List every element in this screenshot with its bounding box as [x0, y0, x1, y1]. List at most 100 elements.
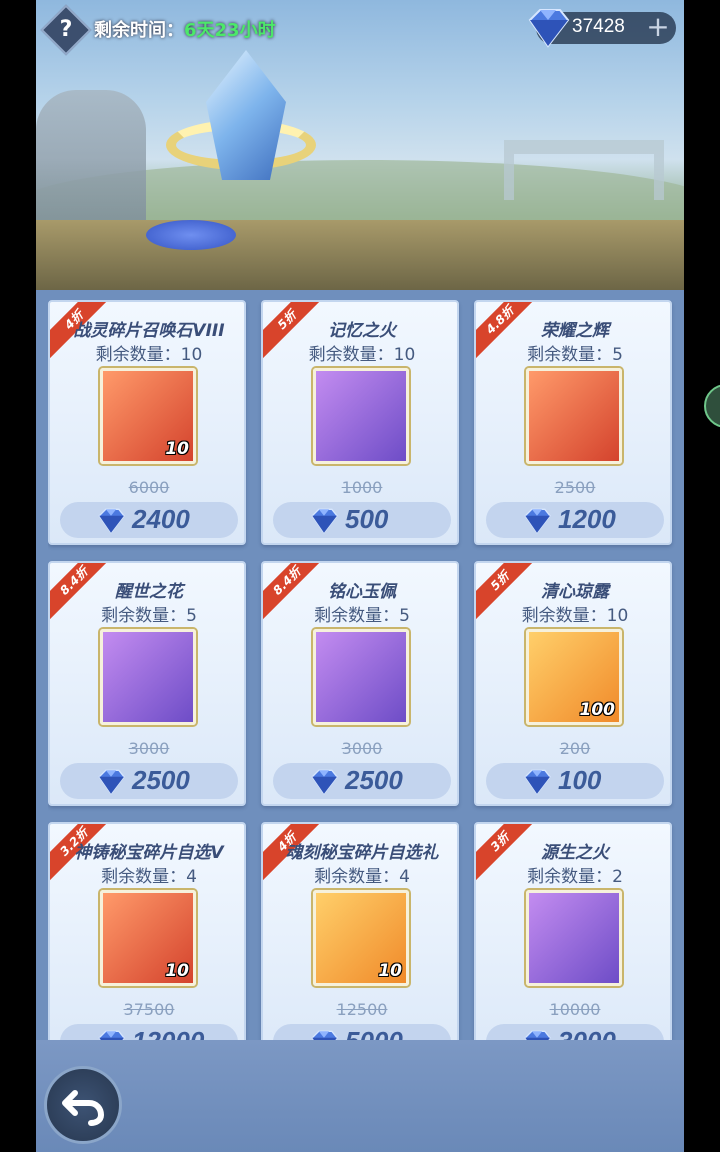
item-count: 10 — [378, 961, 402, 981]
diamond-icon — [311, 508, 338, 534]
original-price: 12500 — [336, 1000, 388, 1019]
cat-statue-image — [36, 90, 146, 230]
buy-price-button[interactable]: 2500 — [273, 763, 451, 799]
remaining-quantity: 剩余数量：4 — [50, 862, 244, 887]
summon-stone-icon[interactable]: 10 — [100, 368, 196, 464]
original-price: 37500 — [123, 1000, 175, 1019]
buy-price-button[interactable]: 2500 — [60, 763, 238, 799]
sale-price: 100 — [558, 765, 602, 795]
remaining-quantity: 剩余数量：10 — [476, 601, 670, 626]
remaining-label: 剩余数量： — [527, 345, 613, 365]
help-icon: ? — [59, 17, 73, 42]
remaining-value: 10 — [606, 606, 629, 626]
sale-price: 3000 — [558, 1026, 616, 1040]
original-price: 2500 — [554, 478, 596, 497]
remaining-time: 剩余时间：6天23小时 — [94, 16, 276, 42]
buy-price-button[interactable]: 1200 — [486, 502, 664, 538]
remaining-quantity: 剩余数量：5 — [263, 601, 457, 626]
remaining-value: 4 — [399, 867, 410, 887]
floating-assistant-button[interactable] — [704, 384, 720, 428]
jade-pendant-icon[interactable] — [313, 629, 409, 725]
timer-label: 剩余时间： — [94, 20, 184, 41]
remaining-value: 5 — [399, 606, 410, 626]
item-name: 荣耀之辉 — [541, 321, 609, 341]
sale-price: 2500 — [132, 765, 190, 795]
top-bar: ? 剩余时间：6天23小时 37428 + — [36, 0, 684, 60]
shop-item-card[interactable]: 3折 源生之火 剩余数量：2 10000 3000 — [474, 822, 672, 1040]
remaining-label: 剩余数量： — [314, 867, 400, 887]
buy-price-button[interactable]: 100 — [486, 763, 664, 799]
remaining-label: 剩余数量： — [101, 867, 187, 887]
gem-pile-image — [146, 220, 236, 250]
remaining-quantity: 剩余数量：4 — [263, 862, 457, 887]
shop-item-card[interactable]: 8.4折 铭心玉佩 剩余数量：5 3000 2500 — [261, 561, 459, 806]
treasure-chest-icon[interactable]: 10 — [100, 890, 196, 986]
item-count: 100 — [579, 700, 616, 720]
diamond-icon — [311, 1030, 338, 1040]
bottom-area — [36, 1040, 684, 1152]
buy-price-button[interactable]: 2400 — [60, 502, 238, 538]
shop-item-card[interactable]: 5折 记忆之火 剩余数量：10 1000 500 — [261, 300, 459, 545]
remaining-label: 剩余数量： — [527, 867, 613, 887]
sale-price: 500 — [345, 504, 389, 534]
item-count: 10 — [165, 961, 189, 981]
diamond-icon — [524, 769, 551, 795]
original-price: 3000 — [128, 739, 170, 758]
diamond-icon — [528, 9, 570, 48]
buy-price-button[interactable]: 5000 — [273, 1024, 451, 1040]
remaining-quantity: 剩余数量：2 — [476, 862, 670, 887]
item-name: 战灵碎片召唤石VIII — [73, 321, 225, 341]
banner-floor — [36, 220, 684, 290]
diamond-icon — [98, 769, 125, 795]
diamond-balance: 37428 + — [528, 9, 676, 48]
remaining-label: 剩余数量： — [314, 606, 400, 626]
item-name: 清心琼露 — [541, 582, 609, 602]
remaining-value: 2 — [612, 867, 623, 887]
glory-orb-icon[interactable] — [526, 368, 622, 464]
item-name: 醒世之花 — [115, 582, 183, 602]
remaining-label: 剩余数量： — [521, 606, 607, 626]
remaining-quantity: 剩余数量：10 — [263, 340, 457, 365]
remaining-value: 10 — [180, 345, 203, 365]
help-button[interactable]: ? — [40, 4, 92, 56]
sale-price: 1200 — [558, 504, 616, 534]
buy-price-button[interactable]: 3000 — [486, 1024, 664, 1040]
shop-item-card[interactable]: 4折 魂刻秘宝碎片自选礼 剩余数量：4 10 12500 5000 — [261, 822, 459, 1040]
remaining-label: 剩余数量： — [101, 606, 187, 626]
remaining-label: 剩余数量： — [308, 345, 394, 365]
original-price: 1000 — [341, 478, 383, 497]
item-grid[interactable]: 4折 战灵碎片召唤石VIII 剩余数量：10 10 6000 2400 5折 记… — [48, 300, 676, 1040]
shop-item-card[interactable]: 8.4折 醒世之花 剩余数量：5 3000 2500 — [48, 561, 246, 806]
memory-fire-icon[interactable] — [313, 368, 409, 464]
sale-price: 2400 — [132, 504, 190, 534]
shop-item-card[interactable]: 4折 战灵碎片召唤石VIII 剩余数量：10 10 6000 2400 — [48, 300, 246, 545]
buy-price-button[interactable]: 12000 — [60, 1024, 238, 1040]
dew-bottle-icon[interactable]: 100 — [526, 629, 622, 725]
shop-screen: ? 剩余时间：6天23小时 37428 + 4折 战灵碎片召唤石VIII 剩余数… — [36, 0, 684, 1152]
treasure-chest-gold-icon[interactable]: 10 — [313, 890, 409, 986]
item-count: 10 — [165, 439, 189, 459]
back-button[interactable] — [44, 1066, 122, 1144]
shop-item-card[interactable]: 5折 清心琼露 剩余数量：10 100 200 100 — [474, 561, 672, 806]
awakening-flower-icon[interactable] — [100, 629, 196, 725]
shop-item-card[interactable]: 4.8折 荣耀之辉 剩余数量：5 2500 1200 — [474, 300, 672, 545]
item-name: 铭心玉佩 — [328, 582, 396, 602]
item-name: 神铸秘宝碎片自选V — [74, 843, 224, 863]
diamond-crystal-image — [206, 50, 286, 180]
remaining-quantity: 剩余数量：5 — [50, 601, 244, 626]
diamond-icon — [98, 1030, 125, 1040]
remaining-quantity: 剩余数量：10 — [50, 340, 244, 365]
timer-value: 6天23小时 — [184, 20, 276, 41]
remaining-value: 10 — [393, 345, 416, 365]
origin-fire-icon[interactable] — [526, 890, 622, 986]
remaining-value: 5 — [612, 345, 623, 365]
original-price: 6000 — [128, 478, 170, 497]
shop-item-card[interactable]: 3.2折 神铸秘宝碎片自选V 剩余数量：4 10 37500 12000 — [48, 822, 246, 1040]
remaining-label: 剩余数量： — [95, 345, 181, 365]
sale-price: 12000 — [132, 1026, 204, 1040]
add-diamond-button[interactable]: + — [646, 12, 670, 44]
diamond-icon — [98, 508, 125, 534]
buy-price-button[interactable]: 500 — [273, 502, 451, 538]
diamond-icon — [524, 508, 551, 534]
diamond-icon — [311, 769, 338, 795]
